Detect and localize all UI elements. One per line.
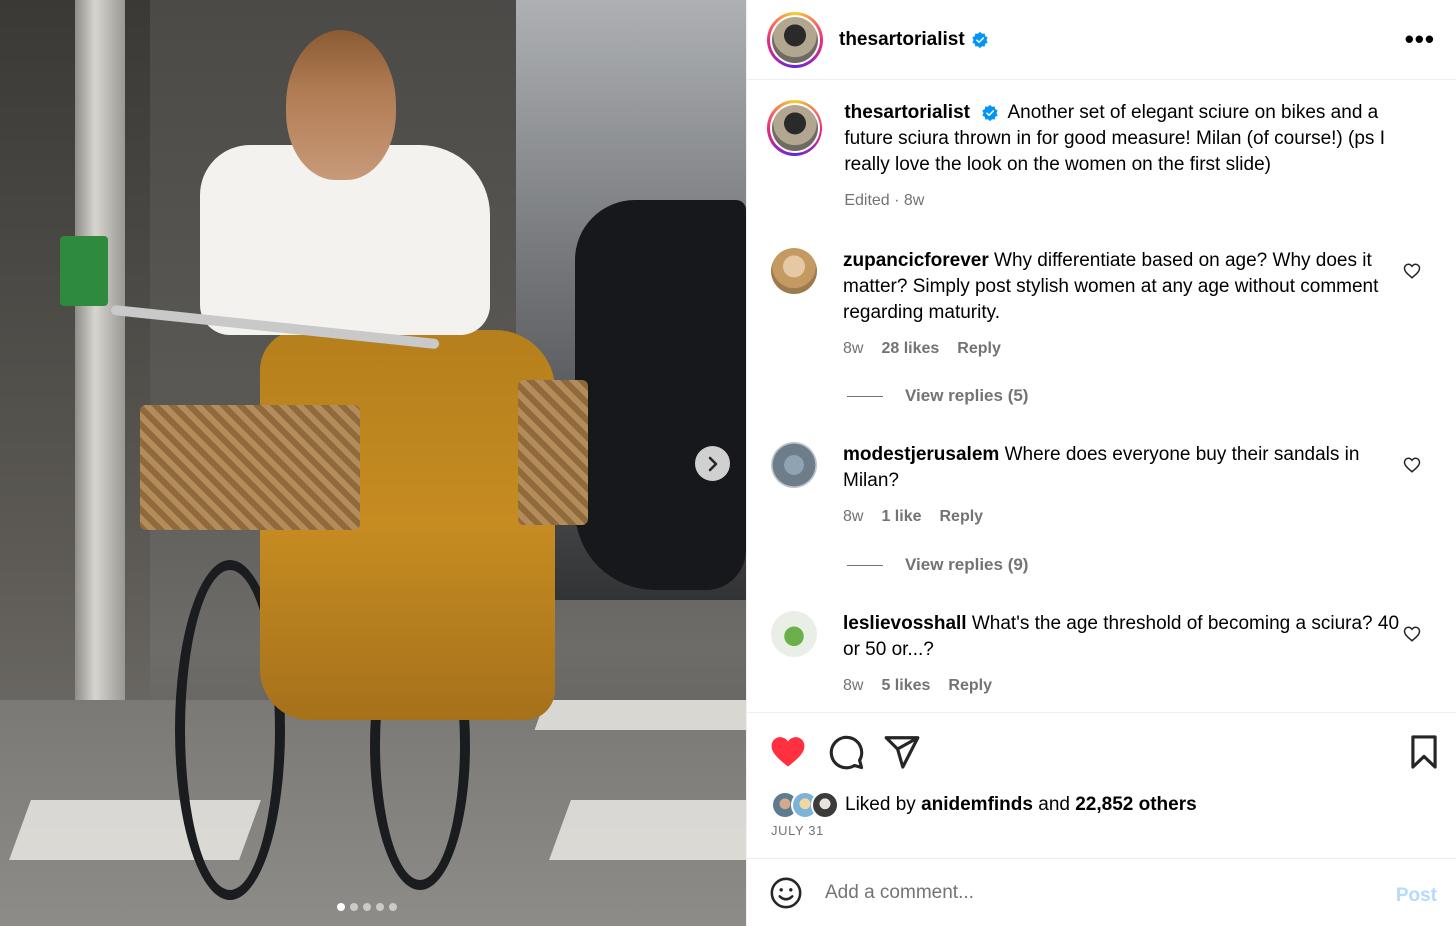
carousel-dot (389, 903, 397, 911)
caption-avatar[interactable] (767, 100, 823, 156)
author-avatar[interactable] (767, 11, 823, 68)
comment-likes[interactable]: 28 likes (881, 336, 939, 362)
commenter-avatar[interactable] (771, 611, 817, 657)
comment-likes[interactable]: 5 likes (881, 673, 930, 699)
comment-item: leslievosshall What's the age threshold … (771, 611, 1441, 699)
commenter-username[interactable]: leslievosshall (843, 613, 967, 634)
post-view: thesartorialist ••• thesartorialist Anot… (0, 0, 1456, 926)
comment-time: 8w (843, 508, 864, 525)
post-photo[interactable] (0, 0, 746, 926)
likes-count[interactable]: 22,852 others (1075, 794, 1196, 816)
heart-outline-icon[interactable] (1403, 456, 1421, 474)
carousel-dot (376, 903, 384, 911)
comment-time: 8w (843, 677, 864, 694)
commenter-avatar[interactable] (771, 248, 817, 294)
heart-filled-icon[interactable] (769, 733, 807, 771)
reply-button[interactable]: Reply (939, 504, 983, 530)
post-header: thesartorialist ••• (747, 0, 1456, 80)
carousel-dot (363, 903, 371, 911)
heart-outline-icon[interactable] (1403, 625, 1421, 643)
emoji-icon[interactable] (769, 876, 803, 910)
more-options-icon[interactable]: ••• (1405, 24, 1435, 55)
commenter-username[interactable]: modestjerusalem (843, 444, 999, 465)
post-caption: thesartorialist Another set of elegant s… (767, 100, 1427, 214)
likes-summary: Liked by anidemfinds and 22,852 others (771, 791, 1197, 819)
view-replies-button[interactable]: View replies (9) (847, 555, 1028, 575)
comment-time: 8w (843, 340, 864, 357)
paper-plane-icon[interactable] (883, 733, 921, 771)
comment-icon[interactable] (827, 733, 865, 771)
verified-badge-icon (982, 104, 998, 122)
liker-username[interactable]: anidemfinds (921, 794, 1033, 816)
verified-badge-icon (972, 31, 988, 48)
caption-meta: Edited · 8w (844, 192, 925, 209)
carousel-indicator (337, 903, 397, 911)
comment-item: modestjerusalem Where does everyone buy … (771, 442, 1441, 530)
reply-button[interactable]: Reply (957, 336, 1001, 362)
view-replies-button[interactable]: View replies (5) (847, 386, 1028, 406)
post-comment-button[interactable]: Post (1396, 885, 1437, 907)
chevron-right-icon (708, 456, 717, 471)
post-actions: Liked by anidemfinds and 22,852 others J… (747, 712, 1456, 858)
carousel-dot (337, 903, 345, 911)
bookmark-icon[interactable] (1405, 733, 1443, 771)
comment-composer: Post (747, 858, 1456, 926)
heart-outline-icon[interactable] (1403, 262, 1421, 280)
comment-likes[interactable]: 1 like (881, 504, 921, 530)
post-side-panel: thesartorialist ••• thesartorialist Anot… (746, 0, 1456, 926)
reply-button[interactable]: Reply (948, 673, 992, 699)
carousel-dot (350, 903, 358, 911)
caption-username[interactable]: thesartorialist (844, 102, 970, 123)
comment-input[interactable] (825, 881, 1365, 904)
carousel-next-button[interactable] (695, 446, 730, 481)
commenter-username[interactable]: zupancicforever (843, 250, 989, 271)
author-username[interactable]: thesartorialist (839, 29, 965, 51)
commenter-avatar[interactable] (771, 442, 817, 488)
post-date: JULY 31 (771, 823, 824, 838)
comment-item: zupancicforever Why differentiate based … (771, 248, 1441, 362)
liker-avatar[interactable] (811, 791, 839, 819)
